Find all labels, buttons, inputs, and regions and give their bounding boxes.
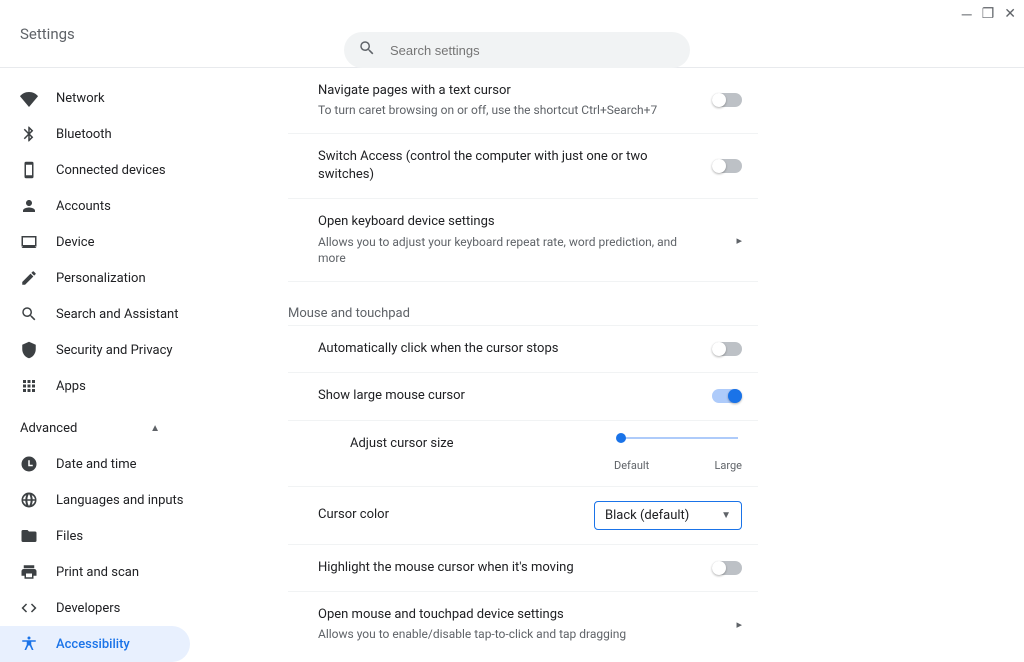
row-large-cursor: Show large mouse cursor	[288, 373, 758, 420]
magnifier-icon	[20, 305, 38, 323]
row-subtitle: Allows you to enable/disable tap-to-clic…	[318, 626, 696, 643]
row-title: Open mouse and touchpad device settings	[318, 606, 696, 624]
row-title: Adjust cursor size	[350, 435, 618, 453]
sidebar-item-accessibility[interactable]: Accessibility	[0, 626, 190, 662]
toggle-switch-access[interactable]	[712, 159, 742, 173]
sidebar-item-label: Search and Assistant	[56, 307, 179, 322]
section-mouse-touchpad: Mouse and touchpad	[288, 306, 758, 321]
toggle-caret-browsing[interactable]	[712, 93, 742, 107]
dropdown-value: Black (default)	[605, 508, 689, 523]
sidebar-item-accounts[interactable]: Accounts	[0, 188, 190, 224]
row-subtitle: To turn caret browsing on or off, use th…	[318, 102, 672, 119]
sidebar-item-label: Languages and inputs	[56, 493, 184, 508]
row-title: Automatically click when the cursor stop…	[318, 340, 672, 358]
chevron-down-icon: ▼	[721, 510, 731, 521]
sidebar-item-label: Connected devices	[56, 163, 166, 178]
clock-icon	[20, 455, 38, 473]
chevron-right-icon: ▸	[736, 234, 742, 247]
accessibility-icon	[20, 635, 38, 653]
row-title: Highlight the mouse cursor when it's mov…	[318, 559, 672, 577]
row-title: Open keyboard device settings	[318, 213, 696, 231]
search-bar[interactable]	[344, 32, 690, 68]
sidebar-item-print-scan[interactable]: Print and scan	[0, 554, 190, 590]
sidebar-item-connected-devices[interactable]: Connected devices	[0, 152, 190, 188]
row-adjust-cursor-size: Adjust cursor size Default Large	[288, 421, 758, 487]
sidebar-item-label: Files	[56, 529, 83, 544]
chevron-up-icon: ▲	[150, 423, 160, 434]
sidebar-item-label: Bluetooth	[56, 127, 112, 142]
sidebar-advanced-label: Advanced	[20, 421, 77, 436]
sidebar-item-security-privacy[interactable]: Security and Privacy	[0, 332, 190, 368]
row-highlight-cursor: Highlight the mouse cursor when it's mov…	[288, 545, 758, 592]
row-title: Show large mouse cursor	[318, 387, 672, 405]
cursor-color-dropdown[interactable]: Black (default) ▼	[594, 501, 742, 530]
sidebar-item-network[interactable]: Network	[0, 80, 190, 116]
search-input[interactable]	[390, 43, 676, 58]
sidebar-item-label: Developers	[56, 601, 120, 616]
laptop-icon	[20, 233, 38, 251]
row-caret-browsing: Navigate pages with a text cursor To tur…	[288, 68, 758, 134]
sidebar-item-bluetooth[interactable]: Bluetooth	[0, 116, 190, 152]
toggle-auto-click[interactable]	[712, 342, 742, 356]
phone-icon	[20, 161, 38, 179]
sidebar-item-label: Apps	[56, 379, 86, 394]
apps-icon	[20, 377, 38, 395]
slider-min-label: Default	[614, 459, 649, 472]
sidebar-item-label: Print and scan	[56, 565, 139, 580]
toggle-highlight-cursor[interactable]	[712, 561, 742, 575]
row-open-mouse-settings[interactable]: Open mouse and touchpad device settings …	[288, 592, 758, 648]
sidebar-item-files[interactable]: Files	[0, 518, 190, 554]
row-cursor-color: Cursor color Black (default) ▼	[288, 487, 758, 545]
folder-icon	[20, 527, 38, 545]
sidebar-item-developers[interactable]: Developers	[0, 590, 190, 626]
sidebar-item-search-assistant[interactable]: Search and Assistant	[0, 296, 190, 332]
row-title: Switch Access (control the computer with…	[318, 148, 672, 184]
sidebar-item-label: Date and time	[56, 457, 137, 472]
sidebar-item-device[interactable]: Device	[0, 224, 190, 260]
toggle-large-cursor[interactable]	[712, 389, 742, 403]
printer-icon	[20, 563, 38, 581]
sidebar-item-personalization[interactable]: Personalization	[0, 260, 190, 296]
edit-icon	[20, 269, 38, 287]
slider-max-label: Large	[714, 459, 742, 472]
code-icon	[20, 599, 38, 617]
search-icon	[358, 39, 376, 61]
row-subtitle: Allows you to adjust your keyboard repea…	[318, 234, 696, 268]
row-switch-access: Switch Access (control the computer with…	[288, 134, 758, 199]
shield-icon	[20, 341, 38, 359]
slider-thumb[interactable]	[616, 433, 626, 443]
globe-icon	[20, 491, 38, 509]
row-auto-click: Automatically click when the cursor stop…	[288, 325, 758, 373]
sidebar-item-label: Personalization	[56, 271, 146, 286]
cursor-size-slider[interactable]	[618, 437, 738, 439]
sidebar-item-apps[interactable]: Apps	[0, 368, 190, 404]
row-open-keyboard-settings[interactable]: Open keyboard device settings Allows you…	[288, 199, 758, 282]
sidebar-item-date-time[interactable]: Date and time	[0, 446, 190, 482]
sidebar-advanced-header[interactable]: Advanced ▲	[0, 410, 170, 446]
sidebar: Network Bluetooth Connected devices Acco…	[0, 68, 260, 648]
sidebar-item-label: Security and Privacy	[56, 343, 173, 358]
sidebar-item-label: Device	[56, 235, 95, 250]
sidebar-item-label: Accessibility	[56, 637, 130, 652]
wifi-icon	[20, 89, 38, 107]
sidebar-item-languages-inputs[interactable]: Languages and inputs	[0, 482, 190, 518]
page-title: Settings	[20, 25, 75, 43]
sidebar-item-label: Accounts	[56, 199, 111, 214]
sidebar-item-label: Network	[56, 91, 105, 106]
row-title: Cursor color	[318, 506, 554, 524]
bluetooth-icon	[20, 125, 38, 143]
person-icon	[20, 197, 38, 215]
chevron-right-icon: ▸	[736, 618, 742, 631]
row-title: Navigate pages with a text cursor	[318, 82, 672, 100]
